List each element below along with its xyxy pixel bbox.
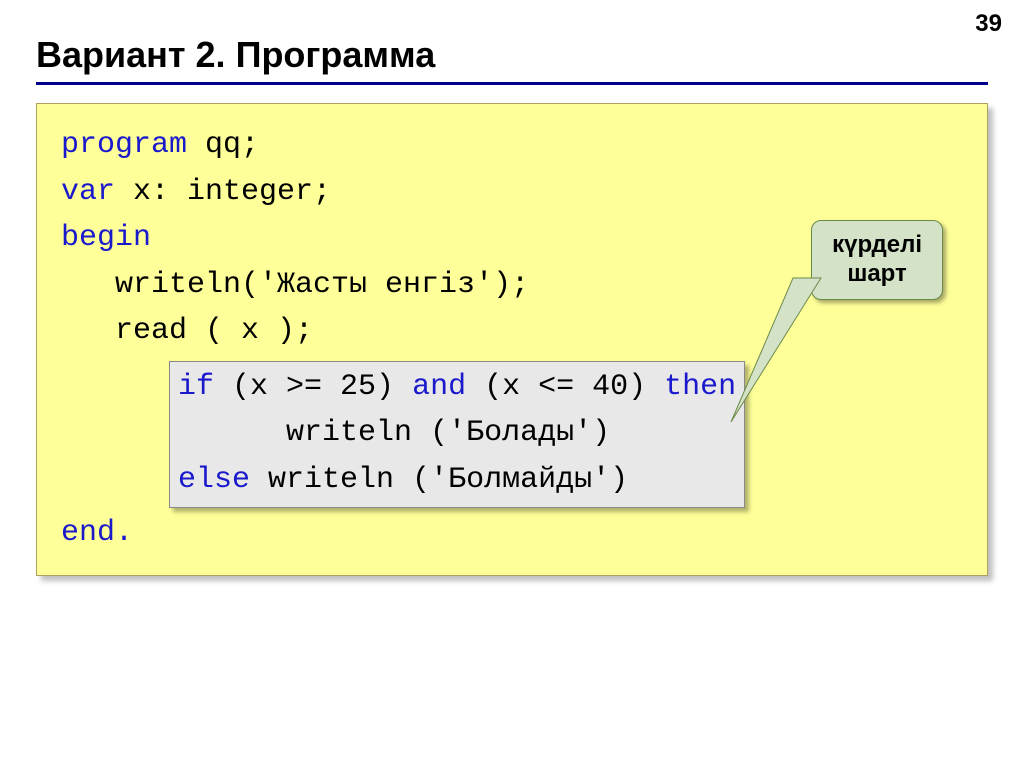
code-text: writeln ('Болады') xyxy=(178,416,610,450)
callout-text-line: күрделі xyxy=(832,231,922,260)
code-line: end. xyxy=(61,510,967,557)
code-text: writeln('Жасты енгіз'); xyxy=(61,268,529,302)
keyword-if: if xyxy=(178,370,214,404)
keyword-begin: begin xyxy=(61,221,151,255)
keyword-and: and xyxy=(412,370,466,404)
title-underline xyxy=(36,82,988,85)
code-text: read ( x ); xyxy=(61,314,313,348)
code-text: (x <= 40) xyxy=(466,370,664,404)
code-text: qq; xyxy=(187,128,259,162)
highlighted-code-block: if (x >= 25) and (x <= 40) then writeln … xyxy=(169,361,745,509)
callout-pointer-icon xyxy=(721,276,861,426)
keyword-program: program xyxy=(61,128,187,162)
slide: 39 Вариант 2. Программа program qq; var … xyxy=(0,0,1024,768)
code-line: var x: integer; xyxy=(61,169,967,216)
code-line: program qq; xyxy=(61,122,967,169)
code-text: x: integer; xyxy=(115,175,331,209)
keyword-end: end. xyxy=(61,516,133,550)
code-block: program qq; var x: integer; begin writel… xyxy=(36,103,988,576)
keyword-else: else xyxy=(178,463,250,497)
code-text: (x >= 25) xyxy=(214,370,412,404)
code-text: writeln ('Болмайды') xyxy=(250,463,628,497)
page-number: 39 xyxy=(975,10,1002,38)
slide-title: Вариант 2. Программа xyxy=(36,34,988,76)
keyword-var: var xyxy=(61,175,115,209)
